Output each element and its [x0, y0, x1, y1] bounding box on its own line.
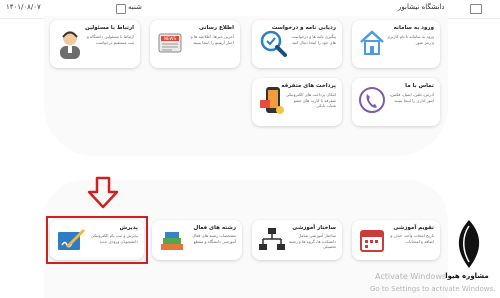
weekday-label: شنبه	[128, 3, 142, 11]
university-name[interactable]: دانشگاه نیشابور	[398, 3, 445, 11]
card-title: تماس با ما	[405, 83, 434, 89]
pen-nib-icon	[458, 220, 480, 268]
card-title: ارتباط با مسئولین	[84, 25, 134, 31]
card-title: ورود به سامانه	[393, 25, 434, 31]
card-title: تقویم آموزشی	[393, 225, 434, 231]
screen-icon[interactable]	[470, 4, 482, 14]
card-desc: ارتباط با مسئولین دانشگاه و ثبت مستقیم د…	[86, 34, 134, 45]
card-misc-payments[interactable]: پرداخت های متفرقه امکان پرداخت های الکتر…	[252, 78, 342, 126]
calendar-icon	[360, 230, 384, 252]
card-academic-calendar[interactable]: تقویم آموزشی تاریخ انتخاب واحد، حذف و اض…	[352, 220, 440, 260]
card-desc: ورود به سامانه با نام کاربری و رمز عبور	[386, 34, 434, 45]
books-icon	[161, 232, 183, 250]
card-desc: پیگیری نامه ها و درخواست های خود را اینج…	[291, 34, 336, 45]
current-date: ۱۴۰۱/۰۸/۰۷	[6, 3, 41, 11]
brand-name: مشاوره هیوا	[445, 272, 489, 280]
card-desc: تاریخ انتخاب واحد، حذف و اضافه و امتحانا…	[390, 233, 434, 244]
card-title: رشته های فعال	[193, 225, 236, 231]
brand-logo: مشاوره هیوا	[436, 218, 500, 298]
card-desc: امکان پرداخت های الکترونیکی متفرقه با کا…	[285, 92, 336, 108]
card-academic-structure[interactable]: ساختار آموزشی ساختار آموزشی شامل دانشکده…	[252, 220, 342, 260]
svg-text:NEWS: NEWS	[164, 36, 176, 41]
mobile-payment-icon	[260, 87, 284, 114]
card-title: اطلاع رسانی	[198, 25, 234, 31]
card-title: ساختار آموزشی	[292, 225, 336, 231]
news-icon: NEWS	[158, 33, 182, 53]
phone-contact-icon	[359, 87, 385, 113]
home-login-icon	[360, 30, 384, 55]
card-contact-us[interactable]: تماس با ما آدرس، تلفن، ایمیل، فکس، امور …	[352, 78, 440, 126]
card-letter-tracking[interactable]: ردیابی نامه و درخواست پیگیری نامه ها و د…	[252, 20, 342, 68]
card-desc: آدرس، تلفن، ایمیل، فکس، امور اداری را ای…	[389, 92, 434, 103]
card-login-system[interactable]: ورود به سامانه ورود به سامانه با نام کار…	[352, 20, 440, 68]
arrow-down-icon	[87, 176, 119, 209]
admission-highlight-frame	[46, 216, 148, 264]
card-title: پرداخت های متفرقه	[281, 83, 336, 89]
card-announcements[interactable]: اطلاع رسانی آخرین خبرها، اطلاعیه ها و اخ…	[150, 20, 240, 68]
card-contact-officials[interactable]: ارتباط با مسئولین ارتباط با مسئولین دانش…	[50, 20, 140, 68]
search-tracking-icon	[260, 30, 287, 57]
org-chart-icon	[259, 228, 285, 250]
calendar-small-icon	[116, 4, 126, 14]
card-desc: ساختار آموزشی شامل دانشکده ها، گروه ها و…	[289, 233, 336, 249]
card-active-majors[interactable]: رشته های فعال مشخصات رشته های فعال آموزش…	[152, 220, 242, 260]
card-desc: آخرین خبرها، اطلاعیه ها و اخبار آرشیو را…	[190, 34, 234, 45]
card-desc: مشخصات رشته های فعال آموزشی دانشگاه و مق…	[192, 233, 236, 244]
support-agent-icon	[60, 31, 80, 59]
